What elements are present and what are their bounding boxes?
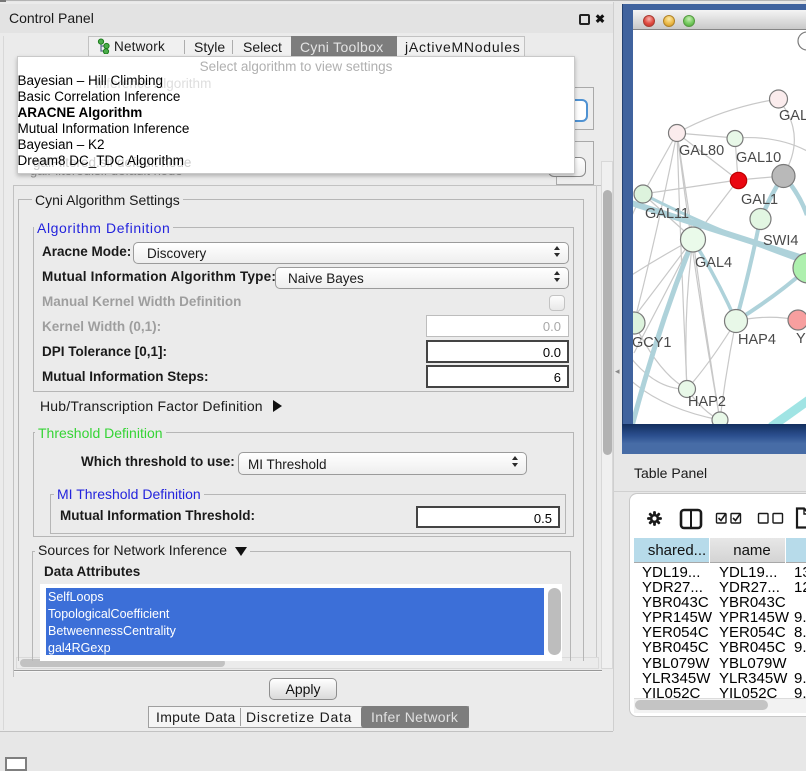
svg-text:GAL80: GAL80 <box>679 143 724 159</box>
svg-text:GAL1: GAL1 <box>741 192 778 208</box>
svg-text:HAP2: HAP2 <box>688 394 726 410</box>
svg-text:HAP4: HAP4 <box>738 332 776 348</box>
svg-text:Y: Y <box>796 331 806 347</box>
svg-text:SWI4: SWI4 <box>763 233 798 249</box>
svg-text:GAL10: GAL10 <box>736 150 781 166</box>
svg-text:GAL4: GAL4 <box>695 255 732 271</box>
svg-text:GAL: GAL <box>779 108 806 124</box>
svg-text:GAL11: GAL11 <box>645 206 689 222</box>
svg-text:GCY1: GCY1 <box>633 335 672 351</box>
